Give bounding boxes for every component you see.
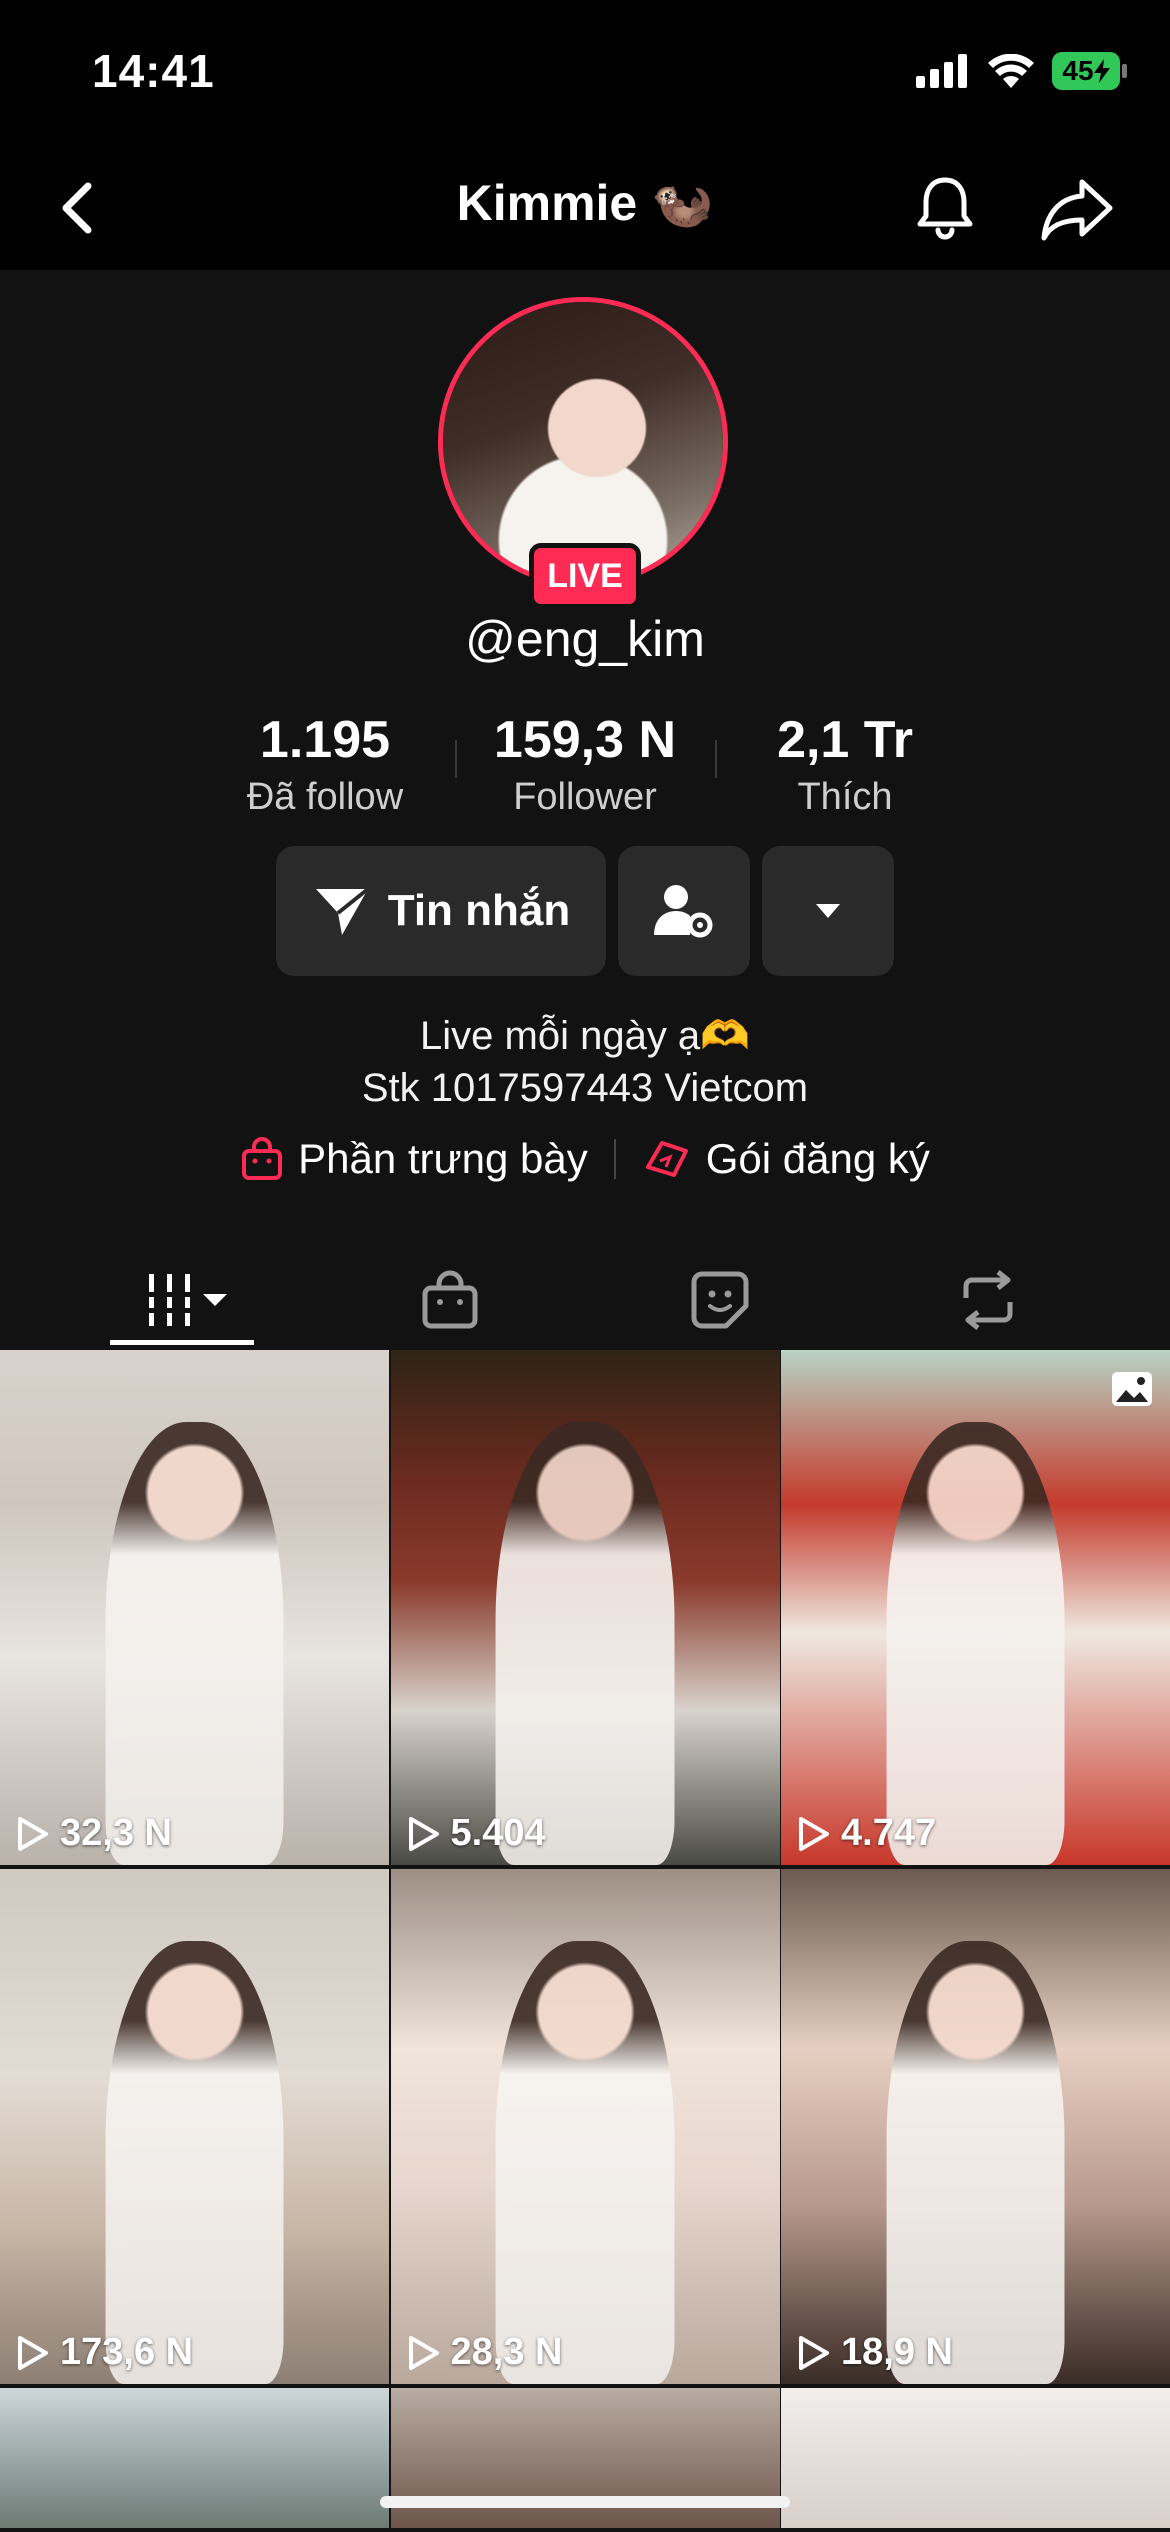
profile-stats: 1.195 Đã follow 159,3 N Follower 2,1 Tr … <box>185 710 985 820</box>
video-thumbnail[interactable]: 28,3 N <box>390 1869 780 2384</box>
user-settings-icon <box>654 885 713 938</box>
play-icon <box>18 1816 48 1851</box>
thumbnail-image <box>886 1941 1065 2384</box>
repost-icon <box>963 1270 1013 1330</box>
share-icon[interactable] <box>1040 176 1114 242</box>
video-thumbnail[interactable] <box>781 2388 1170 2528</box>
status-icons: 45 <box>916 52 1127 90</box>
tab-shop[interactable] <box>390 1260 510 1340</box>
view-count-text: 4.747 <box>841 1812 937 1854</box>
play-icon <box>408 2335 439 2370</box>
view-count-text: 28,3 N <box>450 2331 563 2373</box>
home-indicator[interactable] <box>380 2496 790 2508</box>
charging-icon <box>1093 59 1110 83</box>
photo-icon <box>1112 1372 1152 1406</box>
video-thumbnail[interactable]: 173,6 N <box>0 1869 389 2384</box>
bell-icon[interactable] <box>910 172 980 242</box>
caret-down-icon <box>816 904 840 918</box>
video-thumbnail[interactable]: 4.747 <box>781 1350 1170 1865</box>
view-count-text: 18,9 N <box>841 2331 953 2373</box>
profile-title: Kimmie 🦦 <box>456 175 714 231</box>
showcase-link-label: Phần trưng bày <box>298 1135 588 1182</box>
link-divider <box>613 1139 616 1179</box>
stat-following[interactable]: 1.195 Đã follow <box>195 710 455 820</box>
view-count: 5.404 <box>407 1812 546 1855</box>
sticker-icon <box>691 1271 749 1329</box>
signal-icon <box>916 54 967 88</box>
tab-stickers[interactable] <box>660 1260 780 1340</box>
subscription-link[interactable]: Gói đăng ký <box>642 1135 930 1183</box>
video-thumbnail[interactable]: 5.404 <box>390 1350 780 1865</box>
username: @eng_kim <box>465 611 705 667</box>
suggested-accounts-button[interactable] <box>762 846 894 976</box>
subscription-icon <box>645 1141 688 1177</box>
avatar-image <box>443 302 723 582</box>
active-tab-indicator <box>110 1340 254 1345</box>
view-count: 32,3 N <box>16 1812 172 1855</box>
tab-videos[interactable] <box>125 1260 245 1340</box>
action-buttons: Tin nhắn <box>276 846 894 976</box>
bio-line-2: Stk 1017597443 Vietcom <box>361 1066 809 1110</box>
shopping-bag-icon <box>242 1137 283 1180</box>
content-tabs <box>0 1240 1170 1350</box>
wifi-icon <box>988 54 1034 88</box>
play-icon <box>799 1816 829 1851</box>
battery-icon: 45 <box>1052 52 1127 90</box>
thumbnail-image <box>105 1422 284 1865</box>
stat-followers-label: Follower <box>513 776 657 818</box>
video-thumbnail[interactable]: 18,9 N <box>781 1869 1170 2384</box>
tab-reposts[interactable] <box>928 1260 1048 1340</box>
play-icon <box>18 2335 48 2370</box>
stat-followers[interactable]: 159,3 N Follower <box>455 710 715 820</box>
view-count: 173,6 N <box>16 2331 193 2374</box>
live-badge[interactable]: LIVE <box>529 543 641 609</box>
play-icon <box>408 1816 439 1851</box>
stat-following-label: Đã follow <box>246 776 404 818</box>
video-thumbnail[interactable]: 32,3 N <box>0 1350 389 1865</box>
thumbnail-image <box>495 1422 675 1865</box>
thumbnail-image <box>495 1941 675 2384</box>
view-count-text: 173,6 N <box>60 2331 194 2373</box>
stat-following-count: 1.195 <box>259 711 391 769</box>
stat-followers-count: 159,3 N <box>493 711 677 769</box>
follow-settings-button[interactable] <box>618 846 750 976</box>
view-count-text: 32,3 N <box>60 1812 172 1854</box>
thumbnail-image <box>105 1941 284 2384</box>
thumbnail-image <box>886 1422 1065 1865</box>
video-thumbnail[interactable] <box>0 2388 389 2528</box>
video-grid: 32,3 N 5.404 4.747 173,6 N 28,3 N 18,9 N <box>0 1350 1170 2528</box>
status-bar: 14:41 45 <box>0 0 1170 150</box>
grid-icon <box>143 1274 227 1326</box>
subscription-link-label: Gói đăng ký <box>705 1135 930 1182</box>
view-count: 4.747 <box>797 1812 936 1855</box>
profile-links: Phần trưng bày Gói đăng ký <box>0 1135 1170 1183</box>
stat-likes-count: 2,1 Tr <box>777 711 913 769</box>
showcase-link[interactable]: Phần trưng bày <box>240 1135 588 1183</box>
message-button[interactable]: Tin nhắn <box>276 846 606 976</box>
status-time: 14:41 <box>92 45 215 97</box>
play-icon <box>799 2335 829 2370</box>
battery-level: 45 <box>1062 55 1094 86</box>
top-nav-bar: Kimmie 🦦 <box>0 150 1170 270</box>
view-count: 18,9 N <box>797 2331 953 2374</box>
stat-likes[interactable]: 2,1 Tr Thích <box>715 710 975 820</box>
stat-likes-label: Thích <box>797 776 893 818</box>
view-count: 28,3 N <box>407 2331 563 2374</box>
send-icon <box>315 887 369 935</box>
view-count-text: 5.404 <box>450 1812 546 1854</box>
message-button-label: Tin nhắn <box>387 886 571 935</box>
shop-bag-icon <box>422 1270 478 1329</box>
profile-bio: Live mỗi ngày ạ🫶 Stk 1017597443 Vietcom <box>0 1010 1170 1114</box>
bio-line-1: Live mỗi ngày ạ🫶 <box>420 1014 750 1058</box>
